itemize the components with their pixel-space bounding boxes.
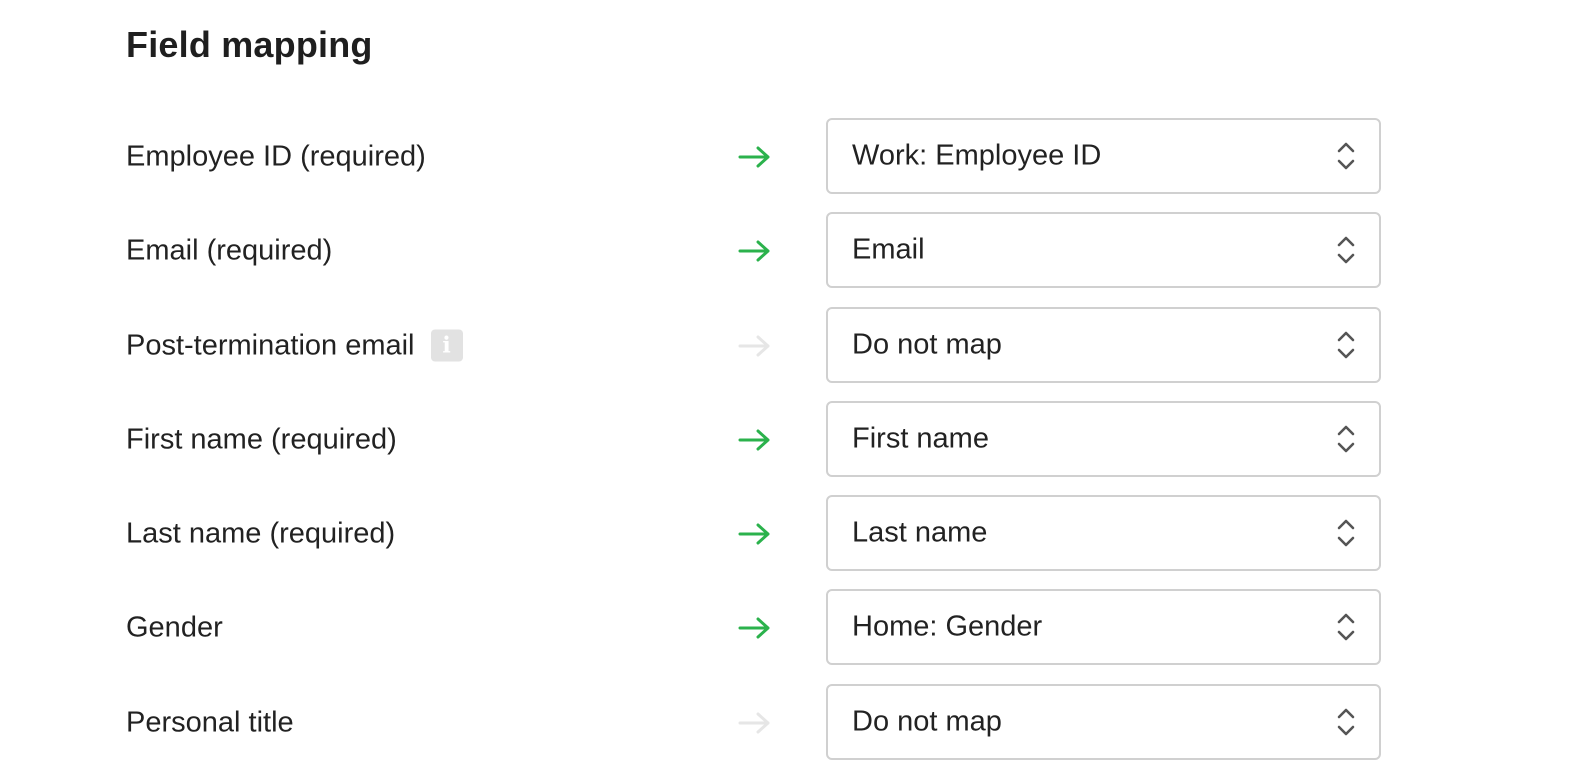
mapping-row-personal-title: Personal title Do not map xyxy=(0,683,1596,762)
field-label: Employee ID (required) xyxy=(126,141,426,174)
chevron-up-down-icon xyxy=(1337,614,1355,641)
chevron-up-down-icon xyxy=(1337,142,1355,170)
arrow-right-icon xyxy=(738,523,770,545)
field-select-post-termination-email[interactable]: Do not map xyxy=(826,306,1381,383)
select-value: Do not map xyxy=(852,328,1002,361)
field-label-text: Email (required) xyxy=(126,234,333,267)
chevron-up-down-icon xyxy=(1337,236,1355,264)
select-value: Do not map xyxy=(852,705,1002,738)
select-value: Last name xyxy=(852,516,988,549)
mapping-row-email: Email (required) Email xyxy=(0,212,1596,290)
field-label-text: First name (required) xyxy=(126,423,397,456)
field-label-text: Employee ID (required) xyxy=(126,140,426,173)
select-value: First name xyxy=(852,422,989,455)
field-label: Email (required) xyxy=(126,235,332,268)
field-label: Personal title xyxy=(126,706,294,739)
arrow-right-icon xyxy=(738,335,770,357)
field-label: Last name (required) xyxy=(126,518,395,551)
mapping-list: Employee ID (required) Work: Employee ID… xyxy=(0,118,1596,778)
select-value: Email xyxy=(852,233,925,266)
chevron-up-down-icon xyxy=(1337,519,1355,547)
field-label-text: Last name (required) xyxy=(126,517,396,550)
page-title: Field mapping xyxy=(126,24,373,65)
arrow-right-icon xyxy=(738,146,770,168)
chevron-up-down-icon xyxy=(1337,425,1355,453)
mapping-row-employee-id: Employee ID (required) Work: Employee ID xyxy=(0,118,1596,196)
field-label-text: Personal title xyxy=(126,706,294,739)
field-label: Gender xyxy=(126,612,223,645)
arrow-right-icon xyxy=(738,617,770,639)
field-mapping-page: Field mapping Employee ID (required) Wor… xyxy=(0,0,1596,778)
select-value: Work: Employee ID xyxy=(852,139,1102,172)
field-select-email[interactable]: Email xyxy=(826,212,1381,289)
field-label-text: Post-termination email xyxy=(126,329,415,362)
field-select-employee-id[interactable]: Work: Employee ID xyxy=(826,118,1381,194)
arrow-right-icon xyxy=(738,429,770,451)
field-select-last-name[interactable]: Last name xyxy=(826,495,1381,572)
field-label: Post-termination email i xyxy=(126,329,463,362)
field-select-first-name[interactable]: First name xyxy=(826,400,1381,477)
field-label-text: Gender xyxy=(126,611,223,644)
select-value: Home: Gender xyxy=(852,610,1043,643)
field-select-personal-title[interactable]: Do not map xyxy=(826,683,1381,760)
mapping-row-post-termination-email: Post-termination email i Do not map xyxy=(0,306,1596,385)
field-label: First name (required) xyxy=(126,423,397,456)
chevron-up-down-icon xyxy=(1337,331,1355,358)
arrow-right-icon xyxy=(738,240,770,262)
arrow-right-icon xyxy=(738,712,770,734)
chevron-up-down-icon xyxy=(1337,708,1355,736)
mapping-row-first-name: First name (required) First name xyxy=(0,400,1596,479)
mapping-row-last-name: Last name (required) Last name xyxy=(0,495,1596,573)
info-icon[interactable]: i xyxy=(430,329,463,362)
mapping-row-gender: Gender Home: Gender xyxy=(0,589,1596,667)
field-select-gender[interactable]: Home: Gender xyxy=(826,589,1381,666)
